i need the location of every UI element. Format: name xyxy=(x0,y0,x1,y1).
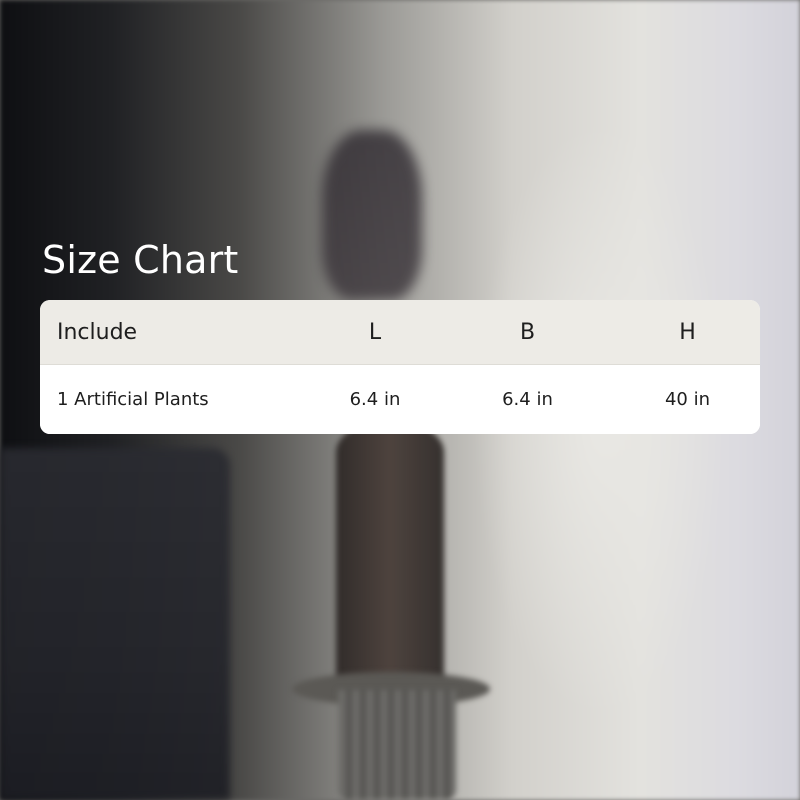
column-header-height: H xyxy=(679,319,696,345)
column-header-length: L xyxy=(368,319,382,345)
column-header-breadth: B xyxy=(519,319,536,345)
table-cell-length: 6.4 in xyxy=(349,389,401,410)
table-header-row: Include L B H xyxy=(40,300,760,365)
plant-pot xyxy=(338,690,456,800)
sofa-cushion xyxy=(0,448,230,800)
size-chart-table: Include L B H 1 Artificial Plants 6.4 in… xyxy=(40,300,760,434)
table-cell-include: 1 Artificial Plants xyxy=(57,389,209,410)
table-row: 1 Artificial Plants 6.4 in 6.4 in 40 in xyxy=(40,365,760,434)
table-cell-breadth: 6.4 in xyxy=(502,389,553,410)
page-title: Size Chart xyxy=(42,238,239,282)
plant-leaves xyxy=(322,130,422,300)
table-cell-height: 40 in xyxy=(664,389,711,410)
plant-stem xyxy=(336,420,444,690)
column-header-include: Include xyxy=(57,319,138,345)
